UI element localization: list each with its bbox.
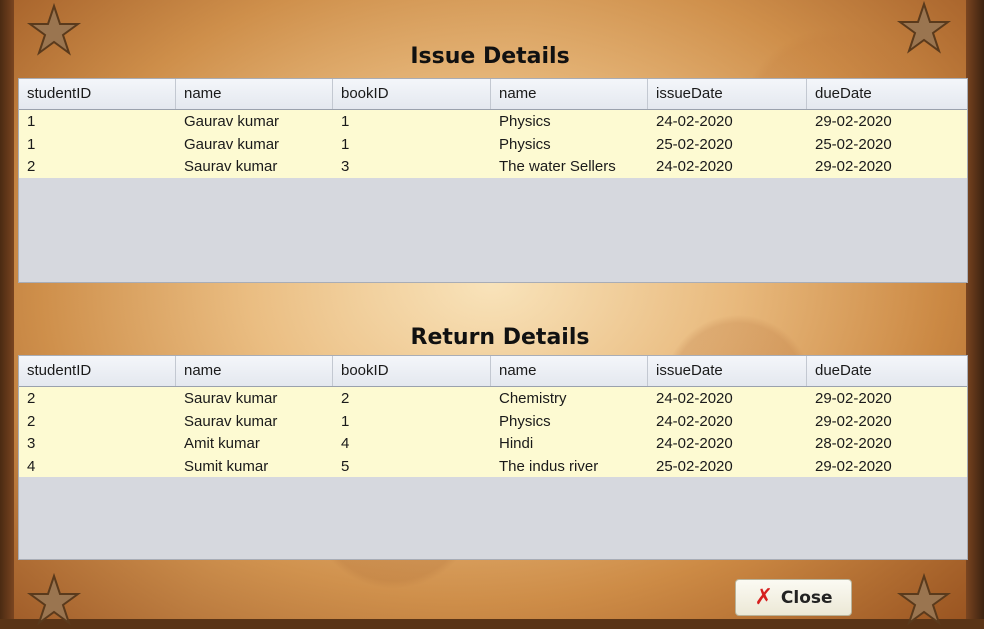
table-cell: Amit kumar — [184, 435, 260, 452]
table-body: 2 Saurav kumar 2 Chemistry 24-02-2020 29… — [19, 387, 967, 477]
close-button-label: Close — [780, 587, 833, 608]
table-cell: 25-02-2020 — [815, 135, 892, 153]
table-body: 1 Gaurav kumar 1 Physics 24-02-2020 29-0… — [19, 110, 967, 178]
table-cell: 5 — [341, 457, 350, 475]
table-cell: 25-02-2020 — [656, 457, 733, 475]
table-cell: Gaurav kumar — [184, 135, 280, 153]
issue-details-title: Issue Details — [410, 44, 570, 69]
column-header[interactable]: bookID — [333, 79, 491, 109]
column-header[interactable]: studentID — [19, 79, 176, 109]
table-row[interactable]: 4 Sumit kumar 5 The indus river 25-02-20… — [19, 455, 967, 478]
table-cell: Gaurav kumar — [184, 113, 280, 130]
column-header[interactable]: dueDate — [807, 356, 967, 386]
table-cell: 3 — [341, 158, 350, 175]
table-cell: Saurav kumar — [184, 390, 278, 407]
column-header[interactable]: dueDate — [807, 79, 967, 109]
table-cell: 2 — [341, 390, 350, 407]
table-row[interactable]: 3 Amit kumar 4 Hindi 24-02-2020 28-02-20… — [19, 432, 967, 455]
frame-edge-left — [0, 0, 14, 629]
table-cell: 29-02-2020 — [815, 113, 892, 130]
table-cell: 1 — [341, 412, 350, 430]
table-cell: 24-02-2020 — [656, 412, 733, 430]
table-cell: 28-02-2020 — [815, 435, 892, 452]
table-cell: 1 — [27, 113, 36, 130]
frame-edge-bottom — [0, 619, 984, 629]
star-ornament-icon — [26, 572, 82, 626]
table-cell: 1 — [341, 135, 350, 153]
table-cell: Sumit kumar — [184, 457, 269, 475]
star-ornament-icon — [896, 572, 952, 626]
column-header[interactable]: name — [491, 356, 648, 386]
table-cell: Physics — [499, 113, 551, 130]
table-cell: The indus river — [499, 457, 599, 475]
column-header[interactable]: name — [491, 79, 648, 109]
table-cell: Saurav kumar — [184, 412, 278, 430]
table-row[interactable]: 1 Gaurav kumar 1 Physics 25-02-2020 25-0… — [19, 133, 967, 156]
table-cell: 1 — [341, 113, 350, 130]
close-icon: ✗ — [754, 584, 773, 610]
column-header[interactable]: name — [176, 356, 333, 386]
table-cell: 29-02-2020 — [815, 457, 892, 475]
table-cell: 29-02-2020 — [815, 158, 892, 175]
table-cell: 2 — [27, 390, 36, 407]
table-cell: Saurav kumar — [184, 158, 278, 175]
return-details-table[interactable]: studentID name bookID name issueDate due… — [18, 355, 968, 560]
table-cell: 29-02-2020 — [815, 390, 892, 407]
table-cell: 24-02-2020 — [656, 113, 733, 130]
table-row[interactable]: 2 Saurav kumar 3 The water Sellers 24-02… — [19, 155, 967, 178]
table-cell: 24-02-2020 — [656, 435, 733, 452]
table-row[interactable]: 2 Saurav kumar 1 Physics 24-02-2020 29-0… — [19, 410, 967, 433]
return-details-title: Return Details — [410, 325, 590, 350]
table-cell: 4 — [341, 435, 350, 452]
table-cell: Hindi — [499, 435, 534, 452]
table-row[interactable]: 1 Gaurav kumar 1 Physics 24-02-2020 29-0… — [19, 110, 967, 133]
table-cell: 25-02-2020 — [656, 135, 733, 153]
table-cell: Physics — [499, 412, 551, 430]
table-cell: 2 — [27, 412, 36, 430]
table-cell: 24-02-2020 — [656, 158, 733, 175]
table-cell: Chemistry — [499, 390, 567, 407]
column-header[interactable]: studentID — [19, 356, 176, 386]
issue-details-table[interactable]: studentID name bookID name issueDate due… — [18, 78, 968, 283]
table-cell: 4 — [27, 457, 36, 475]
table-cell: 29-02-2020 — [815, 412, 892, 430]
column-header[interactable]: issueDate — [648, 356, 807, 386]
table-cell: 1 — [27, 135, 36, 153]
column-header[interactable]: issueDate — [648, 79, 807, 109]
column-header[interactable]: bookID — [333, 356, 491, 386]
table-row[interactable]: 2 Saurav kumar 2 Chemistry 24-02-2020 29… — [19, 387, 967, 410]
close-button[interactable]: ✗ Close — [735, 579, 852, 616]
table-cell: The water Sellers — [499, 158, 616, 175]
table-cell: 24-02-2020 — [656, 390, 733, 407]
table-header: studentID name bookID name issueDate due… — [19, 79, 967, 110]
table-header: studentID name bookID name issueDate due… — [19, 356, 967, 387]
table-cell: Physics — [499, 135, 551, 153]
frame-edge-right — [966, 0, 984, 629]
table-cell: 3 — [27, 435, 36, 452]
table-cell: 2 — [27, 158, 36, 175]
column-header[interactable]: name — [176, 79, 333, 109]
